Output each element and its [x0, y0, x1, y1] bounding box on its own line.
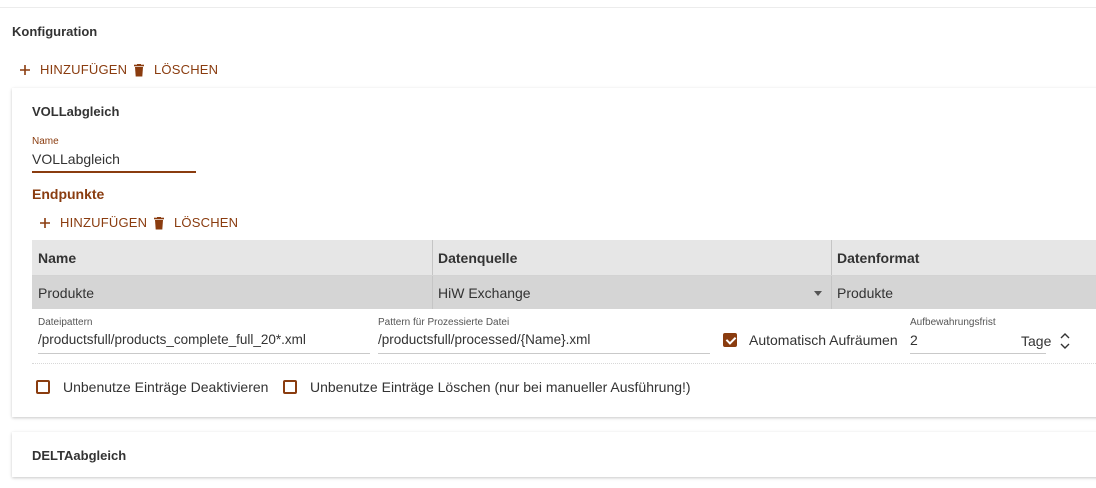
cell-name[interactable]: Produkte: [32, 276, 432, 309]
card-title: VOLLabgleich: [32, 104, 120, 119]
table-row[interactable]: Produkte HiW Exchange Produkte: [32, 276, 1096, 309]
retention-label: Aufbewahrungsfrist: [910, 317, 996, 328]
retention-underline: [910, 353, 1046, 354]
add-endpoint-button[interactable]: HINZUFÜGEN: [38, 215, 147, 230]
section-title: Konfiguration: [12, 24, 98, 39]
column-header-format[interactable]: Datenformat: [831, 240, 1096, 275]
retention-unit: Tage: [1021, 333, 1052, 349]
file-pattern-label: Dateipattern: [38, 317, 93, 328]
plus-icon: [18, 63, 32, 77]
processed-pattern-field[interactable]: /productsfull/processed/{Name}.xml: [378, 332, 590, 347]
endpoints-title: Endpunkte: [32, 186, 105, 202]
trash-icon: [132, 63, 146, 77]
name-field[interactable]: VOLLabgleich: [32, 151, 120, 167]
delete-config-label: LÖSCHEN: [154, 62, 219, 77]
name-field-label: Name: [32, 136, 59, 147]
delete-unused-checkbox[interactable]: [283, 380, 297, 394]
endpoints-table-header: Name Datenquelle Datenformat: [32, 240, 1096, 276]
cell-format[interactable]: Produkte: [831, 276, 1096, 309]
cell-source-value: HiW Exchange: [438, 284, 531, 301]
top-divider: [0, 7, 1096, 8]
auto-cleanup-checkbox[interactable]: [723, 333, 737, 347]
auto-cleanup-label: Automatisch Aufräumen: [749, 332, 898, 348]
delete-endpoint-button[interactable]: LÖSCHEN: [152, 215, 238, 230]
file-pattern-field[interactable]: /productsfull/products_complete_full_20*…: [38, 332, 306, 347]
caret-down-icon[interactable]: [814, 291, 822, 296]
config-card-delta[interactable]: DELTAabgleich: [12, 432, 1096, 477]
column-header-name[interactable]: Name: [32, 240, 432, 275]
processed-pattern-label: Pattern für Prozessierte Datei: [378, 317, 510, 328]
chevron-up-down-icon[interactable]: [1058, 330, 1072, 352]
deactivate-unused-checkbox[interactable]: [36, 380, 50, 394]
add-config-label: HINZUFÜGEN: [40, 62, 128, 77]
detail-divider: [32, 363, 1096, 364]
plus-icon: [38, 216, 52, 230]
add-config-button[interactable]: HINZUFÜGEN: [18, 62, 127, 77]
cell-source-select[interactable]: HiW Exchange: [432, 276, 832, 309]
processed-pattern-underline: [378, 353, 710, 354]
name-field-underline: [32, 171, 196, 173]
delete-unused-label: Unbenutze Einträge Löschen (nur bei manu…: [310, 379, 691, 395]
file-pattern-underline: [38, 353, 370, 354]
deactivate-unused-label: Unbenutze Einträge Deaktivieren: [63, 379, 269, 395]
config-card-voll: VOLLabgleich Name VOLLabgleich Endpunkte…: [12, 88, 1096, 417]
card-title: DELTAabgleich: [32, 448, 127, 463]
delete-endpoint-label: LÖSCHEN: [174, 215, 239, 230]
column-header-source[interactable]: Datenquelle: [432, 240, 832, 275]
retention-field[interactable]: 2: [910, 332, 918, 348]
delete-config-button[interactable]: LÖSCHEN: [132, 62, 218, 77]
trash-icon: [152, 216, 166, 230]
add-endpoint-label: HINZUFÜGEN: [60, 215, 148, 230]
